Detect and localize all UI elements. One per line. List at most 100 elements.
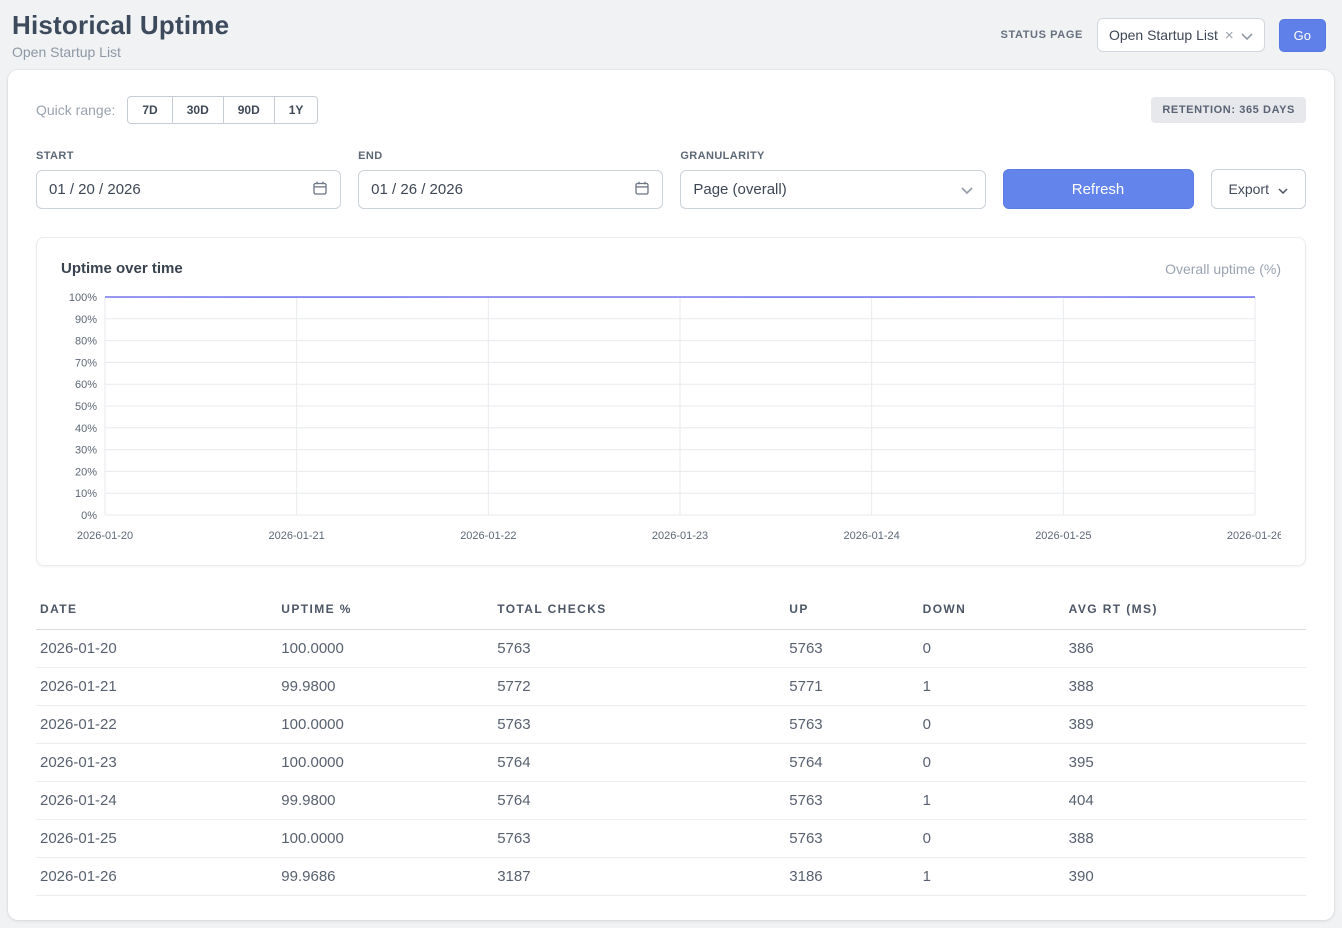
topbar: Historical Uptime Open Startup List STAT… [0,0,1342,70]
uptime-line-chart: 0% 10% 20% 30% 40% 50% 60% 70% 80% 90% 100% 2026-01… [61,291,1281,553]
quick-range-30d-button[interactable]: 30D [172,96,224,124]
quick-range-1y-button[interactable]: 1Y [274,96,319,124]
table-cell: 388 [1065,668,1306,706]
table-cell: 5763 [493,820,785,858]
table-cell: 100.0000 [277,820,493,858]
chevron-down-icon [961,181,973,198]
status-page-selected-value: Open Startup List [1109,27,1218,43]
table-cell: 5763 [785,706,918,744]
table-cell: 0 [919,630,1065,668]
table-cell: 100.0000 [277,706,493,744]
chart-title: Uptime over time [61,260,183,277]
refresh-button[interactable]: Refresh [1003,169,1194,209]
table-cell: 388 [1065,820,1306,858]
table-row: 2026-01-2499.9800576457631404 [36,782,1306,820]
table-cell: 0 [919,820,1065,858]
quick-range-7d-button[interactable]: 7D [127,96,172,124]
start-date-input[interactable]: 01 / 20 / 2026 [36,170,341,209]
granularity-select[interactable]: Page (overall) [680,170,985,209]
table-cell: 2026-01-23 [36,744,277,782]
x-axis-tick-label: 2026-01-24 [844,530,900,542]
x-axis-tick-label: 2026-01-25 [1035,530,1091,542]
table-cell: 99.9686 [277,858,493,896]
x-axis-tick-label: 2026-01-23 [652,530,708,542]
table-cell: 2026-01-26 [36,858,277,896]
y-axis-tick-label: 10% [75,488,97,500]
retention-badge: RETENTION: 365 DAYS [1151,97,1306,123]
table-cell: 2026-01-22 [36,706,277,744]
x-axis-tick-label: 2026-01-22 [460,530,516,542]
table-cell: 390 [1065,858,1306,896]
status-page-label: STATUS PAGE [1001,29,1083,41]
y-axis-tick-label: 80% [75,336,97,348]
table-cell: 5763 [493,706,785,744]
calendar-icon[interactable] [634,180,650,200]
quick-range-label: Quick range: [36,102,115,118]
start-date-label: START [36,150,341,162]
chart-legend: Overall uptime (%) [1165,261,1281,277]
title-block: Historical Uptime Open Startup List [12,10,229,60]
y-axis-tick-label: 0% [81,510,97,522]
column-header: UPTIME % [277,592,493,630]
end-date-input[interactable]: 01 / 26 / 2026 [358,170,663,209]
column-header: DOWN [919,592,1065,630]
table-cell: 1 [919,782,1065,820]
table-cell: 100.0000 [277,630,493,668]
x-axis-tick-label: 2026-01-26 [1227,530,1281,542]
table-cell: 5763 [785,820,918,858]
column-header: DATE [36,592,277,630]
y-axis-tick-label: 40% [75,423,97,435]
chart-header: Uptime over time Overall uptime (%) [61,260,1281,277]
table-cell: 2026-01-25 [36,820,277,858]
y-axis-tick-label: 20% [75,466,97,478]
table-cell: 5763 [493,630,785,668]
chevron-down-icon [1278,181,1288,197]
export-button[interactable]: Export [1211,169,1306,209]
uptime-chart-card: Uptime over time Overall uptime (%) 0% 10… [36,237,1306,566]
table-cell: 5764 [785,744,918,782]
quick-range-90d-button[interactable]: 90D [223,96,275,124]
table-cell: 2026-01-21 [36,668,277,706]
end-date-value: 01 / 26 / 2026 [371,181,463,198]
column-header: UP [785,592,918,630]
y-axis-tick-label: 60% [75,379,97,391]
y-axis-tick-label: 90% [75,314,97,326]
end-date-field: END 01 / 26 / 2026 [358,150,663,209]
granularity-label: GRANULARITY [680,150,985,162]
table-row: 2026-01-23100.0000576457640395 [36,744,1306,782]
uptime-table: DATEUPTIME %TOTAL CHECKSUPDOWNAVG RT (MS… [36,592,1306,896]
table-cell: 99.9800 [277,782,493,820]
table-cell: 389 [1065,706,1306,744]
table-header-row: DATEUPTIME %TOTAL CHECKSUPDOWNAVG RT (MS… [36,592,1306,630]
table-row: 2026-01-20100.0000576357630386 [36,630,1306,668]
table-cell: 395 [1065,744,1306,782]
y-axis-tick-label: 50% [75,401,97,413]
end-date-label: END [358,150,663,162]
start-date-value: 01 / 20 / 2026 [49,181,141,198]
calendar-icon[interactable] [312,180,328,200]
y-axis-tick-label: 70% [75,357,97,369]
y-axis-tick-label: 30% [75,445,97,457]
y-axis-tick-label: 100% [69,292,97,304]
column-header: TOTAL CHECKS [493,592,785,630]
quick-range-row: Quick range: 7D30D90D1Y RETENTION: 365 D… [36,96,1306,124]
status-page-select[interactable]: Open Startup List × [1097,18,1265,52]
table-cell: 5763 [785,782,918,820]
granularity-field: GRANULARITY Page (overall) [680,150,985,209]
table-cell: 3186 [785,858,918,896]
table-cell: 5763 [785,630,918,668]
start-date-field: START 01 / 20 / 2026 [36,150,341,209]
granularity-selected-value: Page (overall) [693,181,786,198]
go-button[interactable]: Go [1279,19,1326,52]
column-header: AVG RT (MS) [1065,592,1306,630]
topbar-right: STATUS PAGE Open Startup List × Go [1001,18,1326,52]
export-button-label: Export [1229,181,1269,197]
table-cell: 404 [1065,782,1306,820]
table-cell: 5772 [493,668,785,706]
table-cell: 2026-01-20 [36,630,277,668]
table-cell: 99.9800 [277,668,493,706]
x-axis-tick-label: 2026-01-21 [269,530,325,542]
x-axis-tick-label: 2026-01-20 [77,530,133,542]
clear-icon[interactable]: × [1225,28,1234,43]
page-title: Historical Uptime [12,10,229,41]
